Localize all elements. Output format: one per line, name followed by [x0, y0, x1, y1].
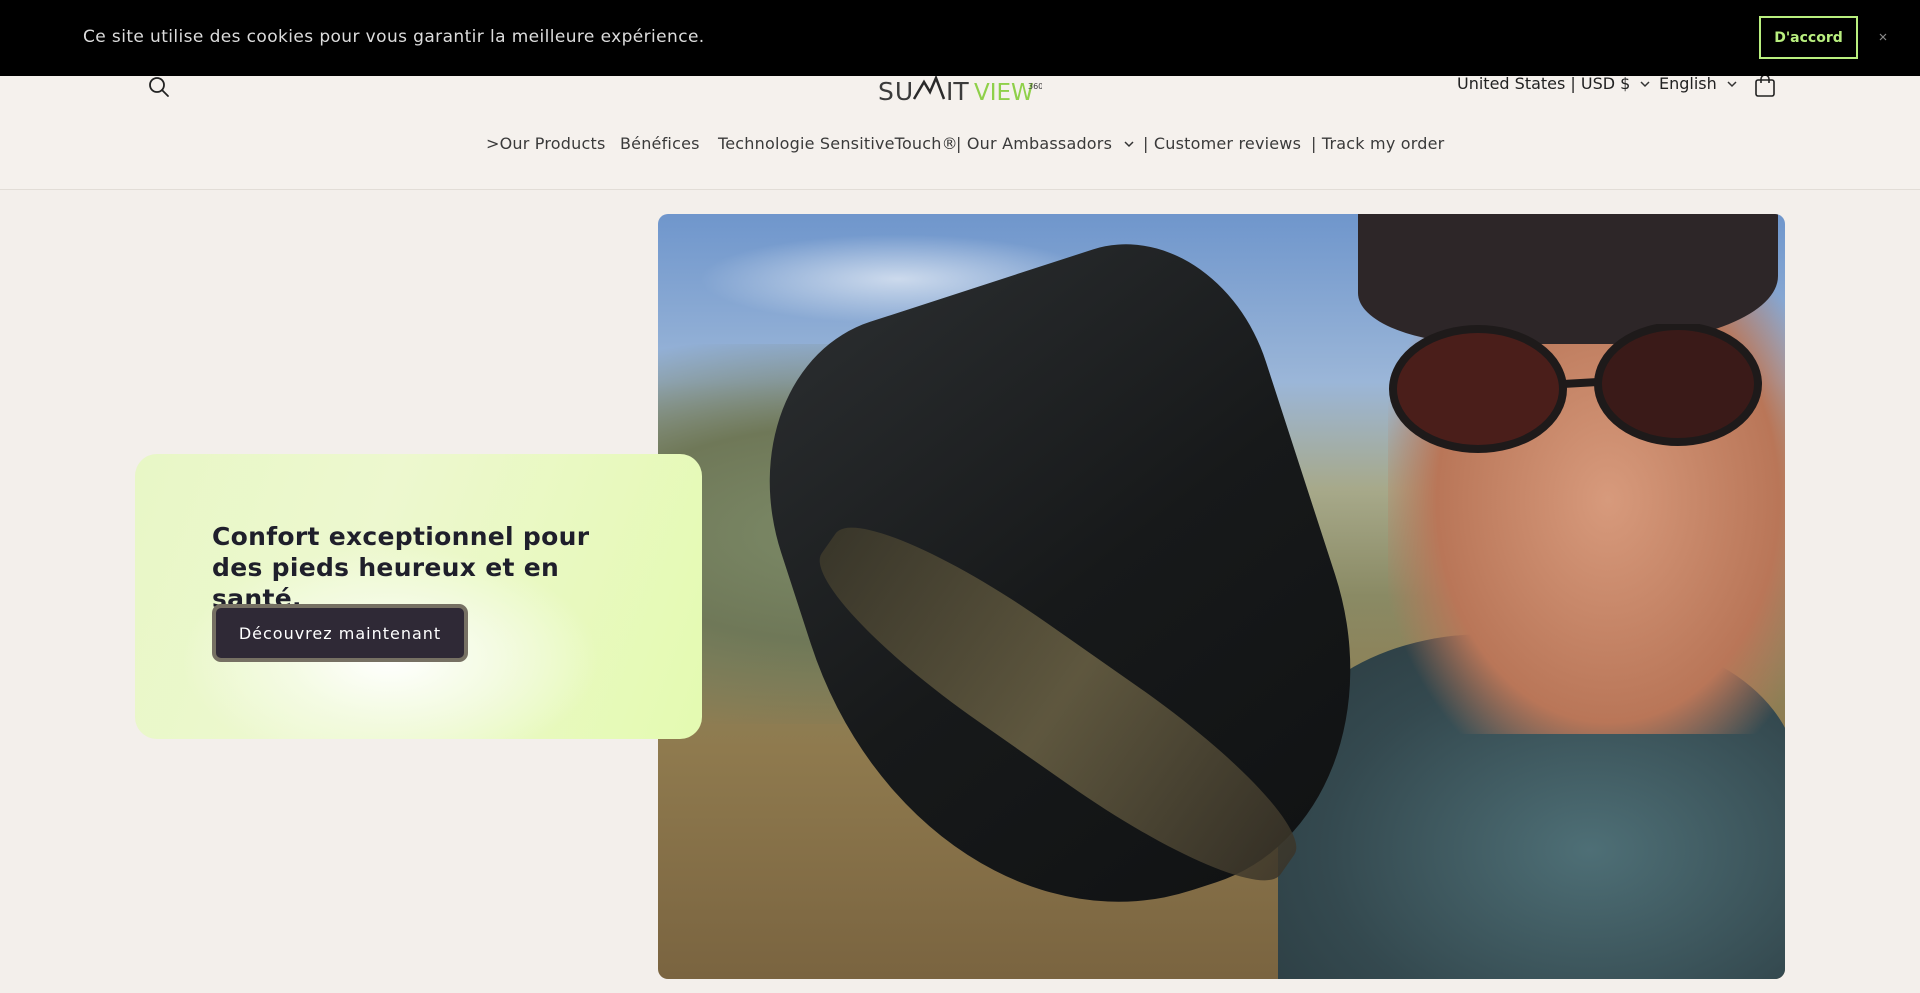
nav-label: | Customer reviews [1143, 134, 1302, 153]
nav-item-customer-reviews[interactable]: | Customer reviews [1143, 134, 1301, 153]
nav-item-our-products[interactable]: >Our Products [486, 134, 606, 153]
currency-selector[interactable]: United States | USD $ [1457, 74, 1650, 93]
logo-text-it: IT [946, 77, 969, 104]
nav-item-track-order[interactable]: | Track my order [1311, 134, 1444, 153]
chevron-down-icon [1727, 80, 1737, 87]
cart-icon [1755, 74, 1775, 97]
nav-label: | Track my order [1311, 134, 1445, 153]
search-icon [149, 77, 169, 97]
hero-image [658, 214, 1785, 979]
nav-item-benefices[interactable]: Bénéfices [620, 134, 700, 153]
discover-now-button[interactable]: Découvrez maintenant [212, 604, 468, 662]
cookie-banner: Ce site utilise des cookies pour vous ga… [0, 0, 1920, 76]
nav-label: Technologie SensitiveTouch® [718, 134, 958, 153]
logo-text-view: VIEW [974, 80, 1034, 104]
nav-label: | Our Ambassadors [956, 134, 1113, 153]
logo-superscript: 360 [1028, 82, 1042, 91]
nav-label: Bénéfices [620, 134, 700, 153]
cookie-accept-button[interactable]: D'accord [1759, 16, 1858, 59]
search-button[interactable] [144, 72, 174, 102]
cookie-close-button[interactable] [1876, 28, 1890, 46]
hero-heading: Confort exceptionnel pour des pieds heur… [212, 522, 590, 613]
language-label: English [1659, 74, 1717, 93]
site-logo[interactable]: SU IT VIEW 360 [878, 72, 1043, 106]
logo-text-dark: SU [878, 77, 914, 104]
nav-label: >Our Products [486, 134, 606, 153]
hero-card: Confort exceptionnel pour des pieds heur… [135, 454, 702, 739]
currency-label: United States | USD $ [1457, 74, 1631, 93]
close-icon [1879, 33, 1887, 41]
language-selector[interactable]: English [1659, 74, 1737, 93]
cart-button[interactable] [1752, 72, 1778, 100]
chevron-down-icon [1124, 140, 1134, 147]
logo-image: SU IT VIEW 360 [878, 74, 1043, 106]
nav-item-sensitivetouch[interactable]: Technologie SensitiveTouch® [718, 134, 958, 153]
main-nav: >Our Products Bénéfices Technologie Sens… [0, 134, 1920, 158]
nav-item-ambassadors[interactable]: | Our Ambassadors [956, 134, 1134, 153]
sunglasses-graphic [1389, 324, 1762, 453]
chevron-down-icon [1640, 80, 1650, 87]
cookie-message: Ce site utilise des cookies pour vous ga… [83, 27, 705, 47]
